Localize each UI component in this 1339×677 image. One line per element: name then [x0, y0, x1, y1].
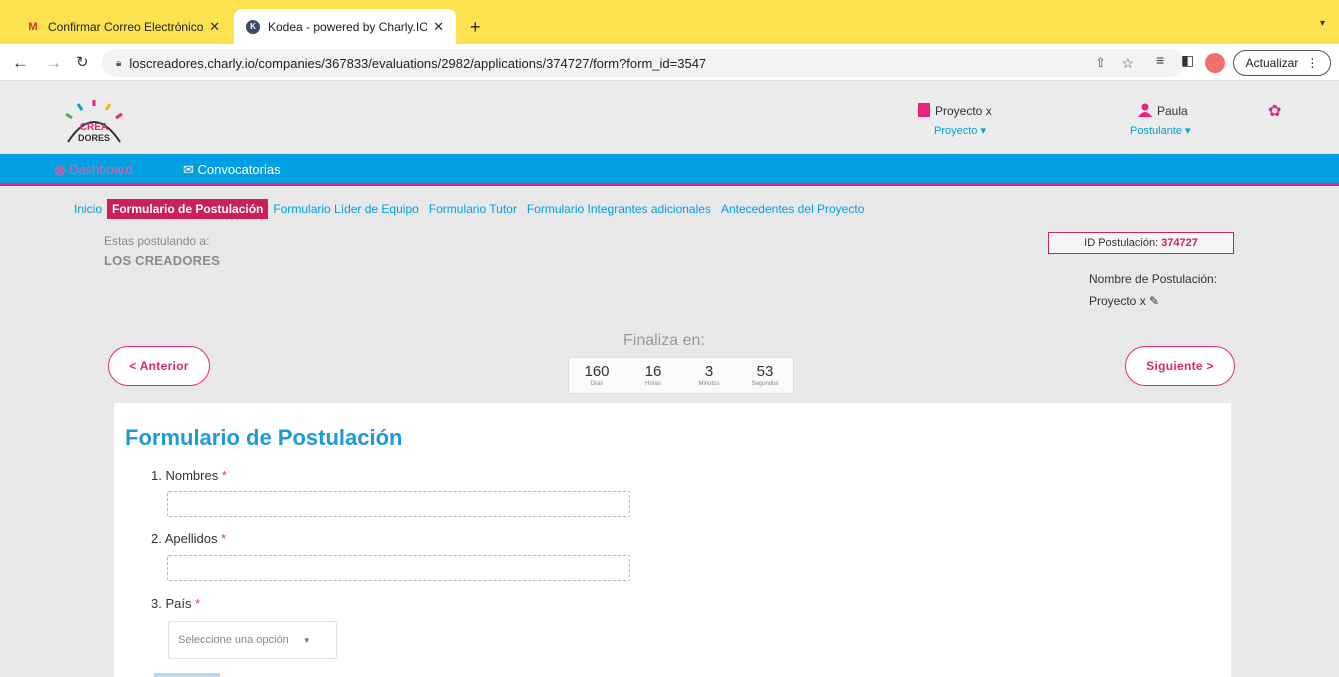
reading-list-icon[interactable]: ≡	[1156, 52, 1164, 68]
los-creadores-logo[interactable]: CREA DORES	[54, 96, 134, 148]
new-tab-button[interactable]: +	[470, 17, 481, 38]
lock-icon: 🔒︎	[116, 57, 122, 69]
application-id-label: ID Postulación:	[1084, 237, 1159, 249]
reload-icon[interactable]: ↻	[76, 53, 89, 71]
previous-button[interactable]: < Anterior	[108, 346, 210, 386]
required-marker: *	[195, 596, 201, 611]
countdown-minutes: 3 Minutos	[681, 358, 737, 393]
question-label: 1. Nombres	[151, 468, 219, 483]
gear-icon[interactable]: ✿	[1268, 101, 1281, 121]
application-name: Proyecto x ✎	[1089, 294, 1159, 308]
project-icon	[918, 103, 930, 117]
applying-name: LOS CREADORES	[104, 253, 221, 268]
countdown-timer: 160 Días 16 Horas 3 Minutos 53 Segundos	[568, 357, 794, 394]
question-label: 2. Apellidos	[151, 531, 218, 546]
countdown-days: 160 Días	[569, 358, 625, 393]
countdown-seconds: 53 Segundos	[737, 358, 793, 393]
user-menu[interactable]: Paula Postulante ▾	[1130, 103, 1191, 137]
back-arrow-icon[interactable]: ←	[12, 53, 29, 73]
hours-value: 16	[644, 363, 662, 380]
step-inicio[interactable]: Inicio	[70, 199, 107, 219]
next-question-label-partial	[154, 673, 220, 677]
countdown-hours: 16 Horas	[625, 358, 681, 393]
forward-arrow-icon[interactable]: →	[45, 53, 62, 73]
close-tab-icon[interactable]: ✕	[433, 19, 444, 35]
profile-avatar[interactable]	[1205, 53, 1225, 73]
application-form: Formulario de Postulación 1. Nombres * 2…	[114, 403, 1231, 677]
svg-text:CREA: CREA	[80, 122, 108, 133]
required-marker: *	[221, 531, 227, 546]
step-formulario-lider[interactable]: Formulario Líder de Equipo	[268, 199, 423, 219]
application-id-value: 374727	[1161, 237, 1198, 249]
kodea-icon: K	[246, 19, 260, 34]
project-name: Proyecto x	[935, 104, 992, 118]
share-icon[interactable]: ⇧	[1095, 55, 1106, 71]
user-name: Paula	[1157, 104, 1188, 118]
nav-convocatorias-label: Convocatorias	[197, 162, 281, 177]
browser-toolbar: ← → ↻ 🔒︎ loscreadores.charly.io/companie…	[0, 44, 1339, 81]
days-label: Días	[590, 381, 604, 387]
browser-tab-bar: M Confirmar Correo Electrónico - ✕ K Kod…	[0, 0, 1339, 44]
step-formulario-tutor[interactable]: Formulario Tutor	[424, 199, 522, 219]
form-title: Formulario de Postulación	[125, 425, 403, 450]
minutes-value: 3	[704, 363, 714, 380]
url-text: loscreadores.charly.io/companies/367833/…	[129, 55, 707, 71]
browser-tab-gmail[interactable]: M Confirmar Correo Electrónico - ✕	[14, 9, 232, 44]
tab-title: Kodea - powered by Charly.IO	[268, 19, 428, 34]
svg-text:DORES: DORES	[78, 133, 110, 143]
user-role: Postulante	[1130, 125, 1182, 137]
required-marker: *	[221, 468, 227, 483]
update-button[interactable]: Actualizar ⋮	[1233, 50, 1331, 76]
seconds-value: 53	[756, 363, 774, 380]
apellidos-input[interactable]	[167, 555, 630, 581]
pais-select[interactable]: Seleccione una opción ▼	[168, 621, 337, 659]
seconds-label: Segundos	[751, 381, 779, 387]
dashboard-icon: ◍	[54, 162, 69, 177]
tab-title: Confirmar Correo Electrónico -	[48, 19, 204, 34]
main-nav: ◍ Dashboard ✉︎ Convocatorias	[0, 154, 1339, 186]
minutes-label: Minutos	[698, 381, 720, 387]
nav-dashboard[interactable]: ◍ Dashboard	[54, 162, 133, 178]
step-formulario-postulacion[interactable]: Formulario de Postulación	[107, 199, 269, 219]
more-menu-icon: ⋮	[1306, 56, 1319, 70]
form-steps: Inicio Formulario de Postulación Formula…	[70, 199, 869, 219]
application-name-value: Proyecto x	[1089, 294, 1146, 308]
nombres-input[interactable]	[167, 491, 630, 517]
select-placeholder: Seleccione una opción	[178, 634, 289, 646]
question-apellidos: 2. Apellidos *	[151, 531, 226, 546]
person-icon	[1138, 103, 1152, 117]
question-label: 3. País	[151, 596, 192, 611]
update-label: Actualizar	[1245, 56, 1299, 70]
url-bar[interactable]: 🔒︎ loscreadores.charly.io/companies/3678…	[102, 49, 1184, 77]
project-switcher[interactable]: Proyecto x Proyecto ▾	[918, 103, 992, 137]
browser-tab-kodea[interactable]: K Kodea - powered by Charly.IO ✕	[234, 9, 456, 44]
applying-label: Estas postulando a:	[104, 234, 210, 248]
project-menu-label: Proyecto	[934, 125, 978, 137]
edit-pencil-icon[interactable]: ✎	[1149, 294, 1159, 308]
question-nombres: 1. Nombres *	[151, 468, 227, 483]
app-header: CREA DORES Proyecto x Proyecto ▾ Paula P…	[0, 81, 1339, 154]
gmail-icon: M	[28, 20, 38, 33]
days-value: 160	[584, 363, 610, 380]
side-panel-icon[interactable]: ◧	[1181, 52, 1194, 69]
tab-search-icon[interactable]: ▾	[1320, 18, 1325, 29]
hours-label: Horas	[644, 381, 661, 387]
nav-dashboard-label: Dashboard	[68, 162, 133, 177]
nav-convocatorias[interactable]: ✉︎ Convocatorias	[183, 162, 281, 178]
close-tab-icon[interactable]: ✕	[209, 19, 220, 35]
countdown-label: Finaliza en:	[623, 332, 705, 349]
chevron-down-icon: ▼	[302, 635, 311, 645]
next-button[interactable]: Siguiente >	[1125, 346, 1235, 386]
step-antecedentes[interactable]: Antecedentes del Proyecto	[716, 199, 869, 219]
bookmark-star-icon[interactable]: ☆	[1121, 55, 1134, 72]
megaphone-icon: ✉︎	[183, 162, 198, 177]
step-formulario-integrantes[interactable]: Formulario Integrantes adicionales	[522, 199, 716, 219]
question-pais: 3. País *	[151, 596, 200, 611]
application-name-label: Nombre de Postulación:	[1089, 272, 1218, 286]
application-id-badge: ID Postulación: 374727	[1048, 232, 1234, 254]
